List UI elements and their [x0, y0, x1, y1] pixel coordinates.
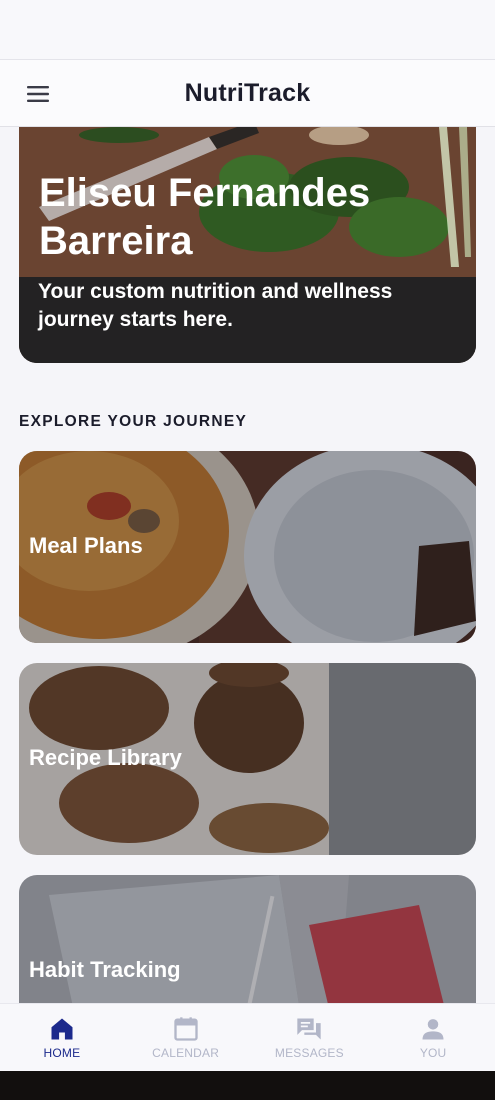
tab-label: HOME — [43, 1046, 81, 1060]
tab-messages[interactable]: MESSAGES — [248, 1004, 372, 1071]
app-header: NutriTrack — [0, 59, 495, 127]
tab-label: YOU — [419, 1046, 447, 1060]
notebook-desk-photo — [19, 875, 476, 1003]
user-name-heading: Eliseu Fernandes Barreira — [39, 171, 371, 263]
tab-label: CALENDAR — [152, 1046, 220, 1060]
recipe-library-card[interactable]: Recipe Library — [19, 663, 476, 855]
card-label: Habit Tracking — [29, 957, 181, 982]
tab-you[interactable]: YOU — [371, 1004, 495, 1071]
messages-icon — [297, 1018, 322, 1040]
hero-tagline: Your custom nutrition and wellness journ… — [38, 280, 393, 331]
habit-tracking-card[interactable]: Habit Tracking — [19, 875, 476, 1003]
tab-label: MESSAGES — [274, 1046, 344, 1060]
home-content[interactable]: Eliseu Fernandes Barreira Your custom nu… — [0, 127, 495, 1003]
menu-button[interactable] — [22, 80, 54, 108]
meal-plans-card[interactable]: Meal Plans — [19, 451, 476, 643]
welcome-hero-banner: Eliseu Fernandes Barreira Your custom nu… — [19, 127, 476, 363]
home-icon — [51, 1018, 73, 1040]
system-gesture-bar — [0, 1071, 495, 1100]
section-heading: EXPLORE YOUR JOURNEY — [19, 413, 248, 430]
tab-home[interactable]: HOME — [0, 1004, 124, 1071]
status-bar-area — [0, 0, 495, 60]
bottom-tab-bar: HOME CALENDAR MESSAGES YOU — [0, 1003, 495, 1071]
app-title: NutriTrack — [184, 78, 311, 107]
card-label: Meal Plans — [29, 533, 143, 558]
person-icon — [422, 1019, 444, 1040]
hamburger-menu-icon — [27, 86, 49, 102]
tab-calendar[interactable]: CALENDAR — [124, 1004, 248, 1071]
card-label: Recipe Library — [29, 745, 182, 770]
calendar-icon — [173, 1017, 198, 1041]
